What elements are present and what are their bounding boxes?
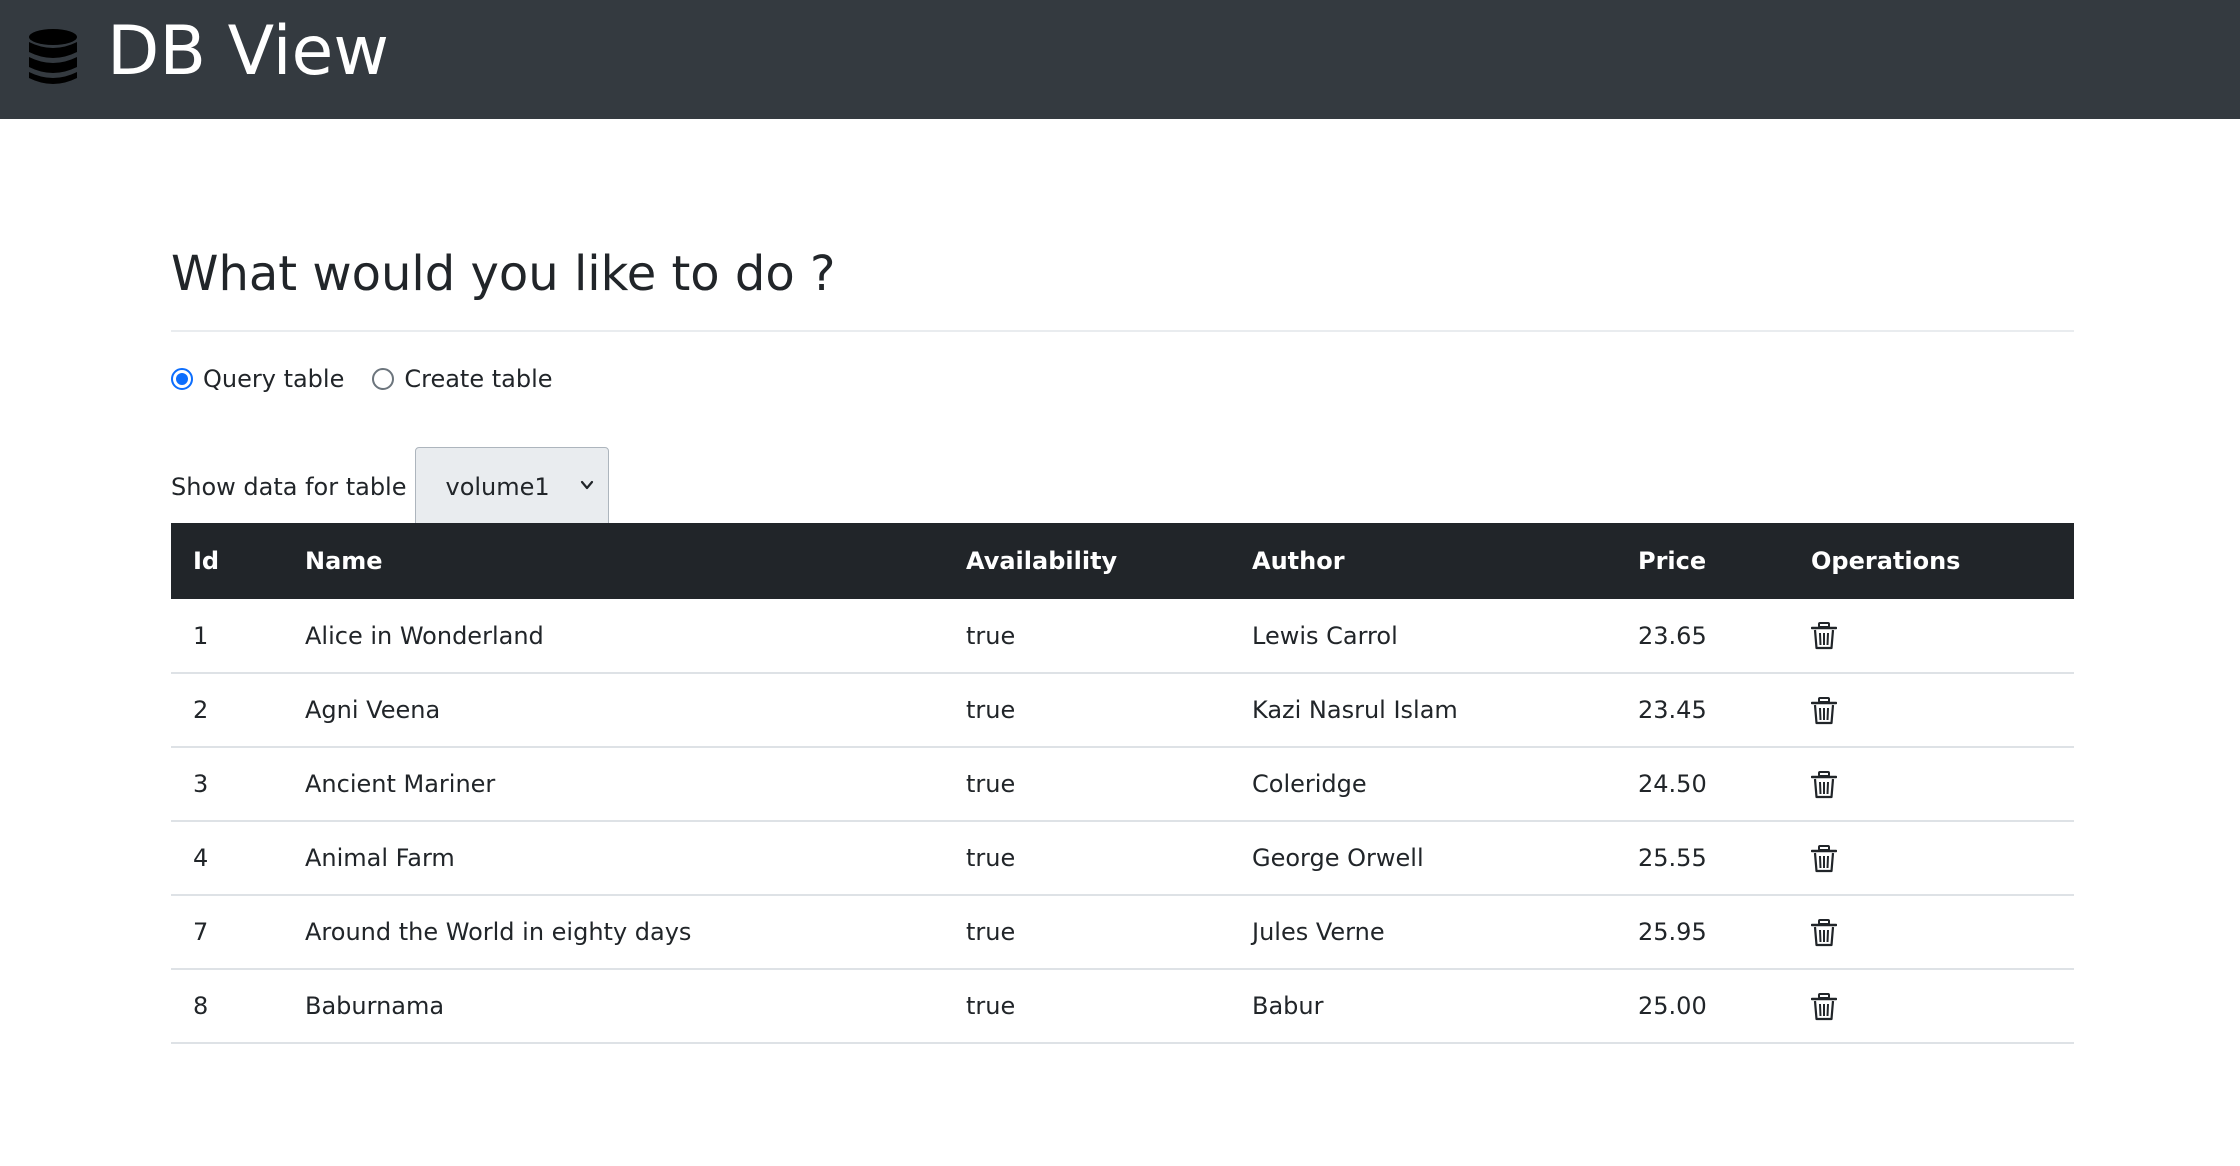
- trash-icon[interactable]: [1810, 770, 1838, 799]
- table-select[interactable]: volume1: [414, 447, 609, 527]
- cell-operations: [1789, 895, 2074, 970]
- table-row: 4 Animal Farm true George Orwell 25.55: [171, 821, 2074, 896]
- cell-name: Alice in Wonderland: [283, 599, 944, 674]
- query-table-radio[interactable]: [171, 368, 193, 390]
- column-header-price: Price: [1638, 547, 1707, 575]
- cell-operations: [1789, 673, 2074, 748]
- brand-title[interactable]: DB View: [107, 12, 389, 92]
- create-table-radio[interactable]: [372, 368, 395, 390]
- divider: [171, 330, 2074, 332]
- cell-price: 23.45: [1616, 673, 1789, 748]
- column-header-id: Id: [193, 547, 220, 575]
- column-header-name: Name: [305, 547, 383, 575]
- column-header-availability: Availability: [966, 547, 1118, 575]
- cell-author: Kazi Nasrul Islam: [1230, 673, 1616, 748]
- chevron-down-icon: [580, 480, 593, 490]
- cell-author: Jules Verne: [1230, 895, 1616, 970]
- cell-author: George Orwell: [1230, 821, 1616, 896]
- cell-availability: true: [944, 969, 1230, 1044]
- trash-icon[interactable]: [1810, 622, 1838, 650]
- query-table-label[interactable]: Query table: [203, 365, 344, 393]
- cell-author: Lewis Carrol: [1230, 599, 1616, 674]
- trash-icon[interactable]: [1810, 696, 1838, 725]
- table-row: 8 Baburnama true Babur 25.00: [171, 969, 2074, 1044]
- cell-id: 2: [171, 673, 283, 748]
- cell-availability: true: [944, 599, 1230, 674]
- cell-author: Babur: [1230, 969, 1616, 1044]
- table-row: 1 Alice in Wonderland true Lewis Carrol 23.6…: [171, 599, 2074, 674]
- cell-id: 1: [171, 599, 283, 674]
- cell-name: Agni Veena: [283, 673, 944, 748]
- cell-availability: true: [944, 747, 1230, 822]
- create-table-label[interactable]: Create table: [404, 365, 552, 393]
- cell-name: Around the World in eighty days: [283, 895, 944, 970]
- trash-icon[interactable]: [1810, 992, 1838, 1021]
- table-select-row: Show data for table volume1: [171, 447, 609, 527]
- cell-name: Ancient Mariner: [283, 747, 944, 822]
- page-heading: What would you like to do ?: [171, 246, 836, 302]
- table-row: 7 Around the World in eighty days true Jule…: [171, 895, 2074, 970]
- cell-availability: true: [944, 821, 1230, 896]
- table-select-value: volume1: [445, 473, 550, 501]
- table-row: 2 Agni Veena true Kazi Nasrul Islam 23.45: [171, 673, 2074, 748]
- cell-operations: [1789, 747, 2074, 822]
- cell-operations: [1789, 821, 2074, 896]
- trash-icon[interactable]: [1810, 918, 1838, 947]
- cell-id: 3: [171, 747, 283, 822]
- books-table: Id Name Availability Author Price Operat…: [171, 523, 2074, 1044]
- cell-name: Animal Farm: [283, 821, 944, 896]
- cell-id: 8: [171, 969, 283, 1044]
- table-header-row: Id Name Availability Author Price Operat…: [171, 523, 2074, 599]
- cell-name: Baburnama: [283, 969, 944, 1044]
- table-row: 3 Ancient Mariner true Coleridge 24.50: [171, 747, 2074, 822]
- cell-price: 24.50: [1616, 747, 1789, 822]
- database-icon: [29, 29, 77, 84]
- cell-operations: [1789, 969, 2074, 1044]
- mode-radio-group: Query table Create table: [171, 359, 581, 399]
- cell-price: 23.65: [1616, 599, 1789, 674]
- cell-price: 25.95: [1616, 895, 1789, 970]
- cell-availability: true: [944, 895, 1230, 970]
- cell-operations: [1789, 599, 2074, 674]
- trash-icon[interactable]: [1810, 844, 1838, 873]
- cell-id: 7: [171, 895, 283, 970]
- column-header-author: Author: [1252, 547, 1345, 575]
- cell-price: 25.00: [1616, 969, 1789, 1044]
- column-header-operations: Operations: [1811, 547, 1961, 575]
- cell-id: 4: [171, 821, 283, 896]
- cell-author: Coleridge: [1230, 747, 1616, 822]
- table-select-label: Show data for table: [171, 473, 407, 501]
- cell-availability: true: [944, 673, 1230, 748]
- navbar: DB View: [0, 0, 2240, 119]
- cell-price: 25.55: [1616, 821, 1789, 896]
